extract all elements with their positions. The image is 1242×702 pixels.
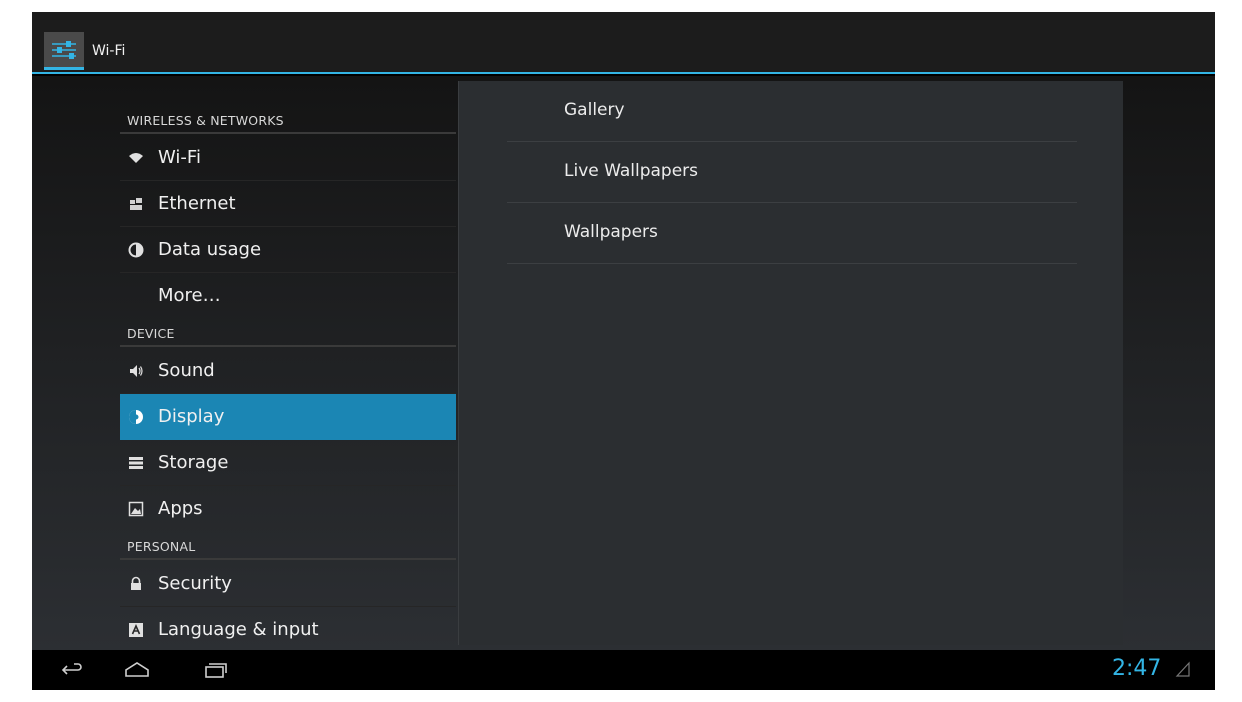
back-icon[interactable]	[48, 656, 96, 686]
settings-item-language[interactable]: Language & input	[120, 607, 456, 650]
settings-item-sound[interactable]: Sound	[120, 348, 456, 394]
system-nav-bar: 2:47	[32, 650, 1215, 690]
wallpaper-option-gallery[interactable]: Gallery	[507, 81, 1077, 142]
content-area: WIRELESS & NETWORKS Wi-Fi Ethernet Data …	[32, 76, 1215, 650]
settings-list[interactable]: WIRELESS & NETWORKS Wi-Fi Ethernet Data …	[120, 76, 456, 650]
app-title: Wi-Fi	[92, 43, 126, 59]
language-icon	[129, 623, 143, 637]
settings-item-security[interactable]: Security	[120, 561, 456, 607]
wallpaper-option-wallpapers[interactable]: Wallpapers	[507, 203, 1077, 264]
section-header-device: DEVICE	[120, 321, 456, 347]
display-icon	[129, 410, 143, 424]
home-icon[interactable]	[113, 656, 161, 686]
lock-icon	[131, 576, 141, 590]
settings-item-data-usage[interactable]: Data usage	[120, 227, 456, 273]
settings-item-ethernet[interactable]: Ethernet	[120, 181, 456, 227]
sound-icon	[130, 365, 143, 377]
display-settings-pane: Gallery Live Wallpapers Wallpapers	[458, 81, 1123, 645]
recent-apps-icon[interactable]	[191, 656, 239, 686]
settings-sliders-icon[interactable]	[44, 32, 84, 70]
clock[interactable]: 2:47	[1112, 656, 1161, 681]
apps-icon	[128, 501, 144, 517]
section-header-personal: PERSONAL	[120, 534, 456, 560]
settings-item-apps[interactable]: Apps	[120, 486, 456, 532]
data-usage-icon	[128, 242, 144, 258]
settings-item-wifi[interactable]: Wi-Fi	[120, 135, 456, 181]
action-bar: Wi-Fi	[32, 12, 1215, 74]
wifi-icon	[129, 153, 143, 163]
signal-icon	[1175, 661, 1190, 677]
storage-icon	[129, 457, 143, 469]
settings-item-storage[interactable]: Storage	[120, 440, 456, 486]
wallpaper-option-live-wallpapers[interactable]: Live Wallpapers	[507, 142, 1077, 203]
settings-item-display[interactable]: Display	[120, 394, 456, 440]
tablet-screen: Wi-Fi WIRELESS & NETWORKS Wi-Fi Ethernet	[32, 12, 1215, 690]
section-header-wireless: WIRELESS & NETWORKS	[120, 108, 456, 134]
settings-item-more[interactable]: More…	[120, 273, 456, 319]
ethernet-icon	[130, 198, 142, 210]
